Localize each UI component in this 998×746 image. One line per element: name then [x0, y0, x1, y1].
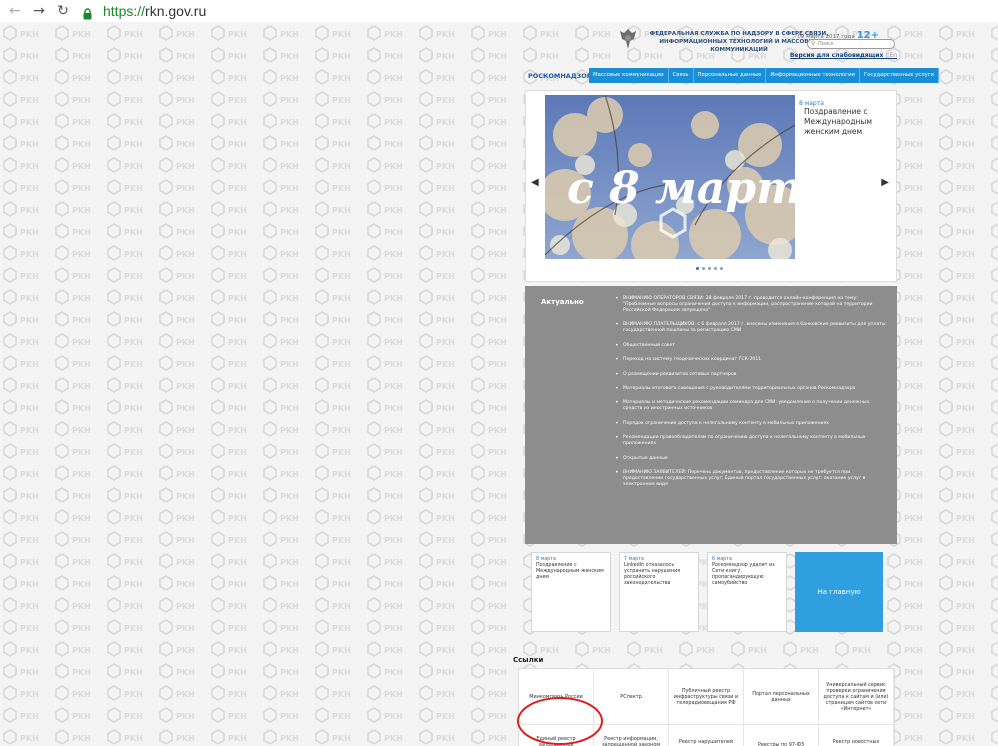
- news-item[interactable]: Материалы итогового совещания с руководи…: [615, 386, 887, 392]
- slider-dot[interactable]: [696, 267, 699, 270]
- news-cards: 8 марта Поздравление с Международным жен…: [531, 552, 883, 632]
- slider-next-arrow-icon[interactable]: ▶: [881, 177, 889, 188]
- news-item[interactable]: Порядок ограничения доступа к нелегально…: [615, 421, 887, 427]
- search-placeholder: Поиск: [818, 41, 834, 47]
- slider-dot[interactable]: [702, 267, 705, 270]
- back-arrow-icon[interactable]: ←: [8, 4, 22, 18]
- link-rspectr[interactable]: РСпектр: [594, 669, 669, 725]
- accessible-version-link[interactable]: Версия для слабовидящих | En: [790, 52, 897, 59]
- nav-tab-public-services[interactable]: Государственные услуги: [860, 68, 939, 83]
- slide-image[interactable]: с 8 марта!: [545, 95, 795, 259]
- news-card[interactable]: 6 марта Роскомнадзор удалит из Сети книг…: [707, 552, 787, 632]
- news-item[interactable]: ВНИМАНИЮ ЗАЯВИТЕЛЕЙ: Перечень документов…: [615, 470, 887, 488]
- news-item[interactable]: Материалы и методические рекомендации се…: [615, 400, 887, 412]
- reload-icon[interactable]: ↻: [56, 4, 70, 18]
- news-item[interactable]: Общественный совет: [615, 343, 887, 349]
- news-list: ВНИМАНИЮ ОПЕРАТОРОВ СВЯЗИ: 28 февраля 20…: [615, 296, 887, 496]
- news-item[interactable]: О размещении реквизитов сетевых партнеро…: [615, 372, 887, 378]
- link-copyright-violators-registry[interactable]: Реестр нарушителей авторских прав: [669, 725, 744, 746]
- address-bar[interactable]: https://rkn.gov.ru: [103, 3, 206, 19]
- news-card[interactable]: 7 марта LinkedIn отказалось устранить на…: [619, 552, 699, 632]
- browser-toolbar: ← → ↻ https://rkn.gov.ru: [0, 0, 998, 22]
- actual-news-block: Актуально ВНИМАНИЮ ОПЕРАТОРОВ СВЯЗИ: 28 …: [525, 286, 897, 544]
- main-navigation: РОСКОМНАДЗОР Массовые коммуникации Связь…: [525, 68, 939, 83]
- logo-text: РОСКОМНАДЗОР: [528, 71, 592, 80]
- link-97-fz-registries[interactable]: Реестры по 97-ФЗ: [744, 725, 819, 746]
- search-icon: ⚲: [811, 40, 816, 47]
- slider-dot[interactable]: [720, 267, 723, 270]
- card-text: LinkedIn отказалось устранить нарушения …: [624, 563, 681, 586]
- slide-caption-date: 8 марта: [799, 100, 824, 107]
- search-input[interactable]: ⚲ Поиск: [807, 39, 895, 49]
- news-section-title: Актуально: [541, 298, 584, 306]
- nav-tab-personal-data[interactable]: Персональные данные: [694, 68, 767, 83]
- link-news-aggregators-registry[interactable]: Реестр новостных агрегаторов: [819, 725, 894, 746]
- red-annotation-circle: [517, 697, 603, 745]
- lock-icon: [82, 5, 93, 20]
- slider-prev-arrow-icon[interactable]: ◀: [531, 177, 539, 188]
- nav-tabs: Массовые коммуникации Связь Персональные…: [589, 68, 939, 83]
- news-item[interactable]: Рекомендации правообладателям по огранич…: [615, 435, 887, 447]
- card-text: Поздравление с Международным женским дне…: [536, 563, 604, 580]
- accessible-label: Версия для слабовидящих: [789, 52, 884, 59]
- forward-arrow-icon[interactable]: →: [32, 4, 46, 18]
- slide-caption[interactable]: Поздравление с Международным женским дне…: [804, 107, 890, 137]
- site-header: ФЕДЕРАЛЬНАЯ СЛУЖБА ПО НАДЗОРУ В СФЕРЕ СВ…: [525, 22, 897, 68]
- link-personal-data-portal[interactable]: Портал персональных данных: [744, 669, 819, 725]
- link-398-fz-registry[interactable]: Реестр информации, запрещенной законом 3…: [594, 725, 669, 746]
- news-item[interactable]: ВНИМАНИЮ ПЛАТЕЛЬЩИКОВ: с 6 февраля 2017 …: [615, 322, 887, 334]
- news-item[interactable]: Открытые данные: [615, 456, 887, 462]
- news-card[interactable]: 8 марта Поздравление с Международным жен…: [531, 552, 611, 632]
- coat-of-arms-icon: [620, 29, 636, 49]
- page-content: ФЕДЕРАЛЬНАЯ СЛУЖБА ПО НАДЗОРУ В СФЕРЕ СВ…: [513, 22, 939, 746]
- url-host: rkn.gov.ru: [145, 3, 207, 19]
- lang-en: En: [889, 52, 897, 59]
- link-infrastructure-registry[interactable]: Публичный реестр инфраструктуры связи и …: [669, 669, 744, 725]
- card-text: Роскомнадзор удалит из Сети книгу, пропа…: [712, 563, 775, 586]
- home-button[interactable]: На главную: [795, 552, 883, 632]
- nav-tab-mass-media[interactable]: Массовые коммуникации: [589, 68, 669, 83]
- slider-dot[interactable]: [708, 267, 711, 270]
- site-logo[interactable]: РОСКОМНАДЗОР: [525, 71, 592, 80]
- links-title: Ссылки: [513, 656, 544, 664]
- nav-tab-it[interactable]: Информационные технологии: [766, 68, 860, 83]
- news-slider: ◀ с 8 мар 8 марта Поздравление с Междуна…: [525, 90, 897, 282]
- news-item[interactable]: ВНИМАНИЮ ОПЕРАТОРОВ СВЯЗИ: 28 февраля 20…: [615, 296, 887, 314]
- slider-dot[interactable]: [714, 267, 717, 270]
- nav-tab-communications[interactable]: Связь: [669, 68, 694, 83]
- link-access-check-service[interactable]: Универсальный сервис проверки ограничени…: [819, 669, 894, 725]
- slide-greeting-text: с 8 марта!: [567, 163, 795, 214]
- lang-switch[interactable]: | En: [885, 52, 897, 59]
- url-scheme: https://: [103, 3, 146, 19]
- slider-dots: [696, 267, 723, 270]
- news-item[interactable]: Переход на систему геодезических координ…: [615, 357, 887, 363]
